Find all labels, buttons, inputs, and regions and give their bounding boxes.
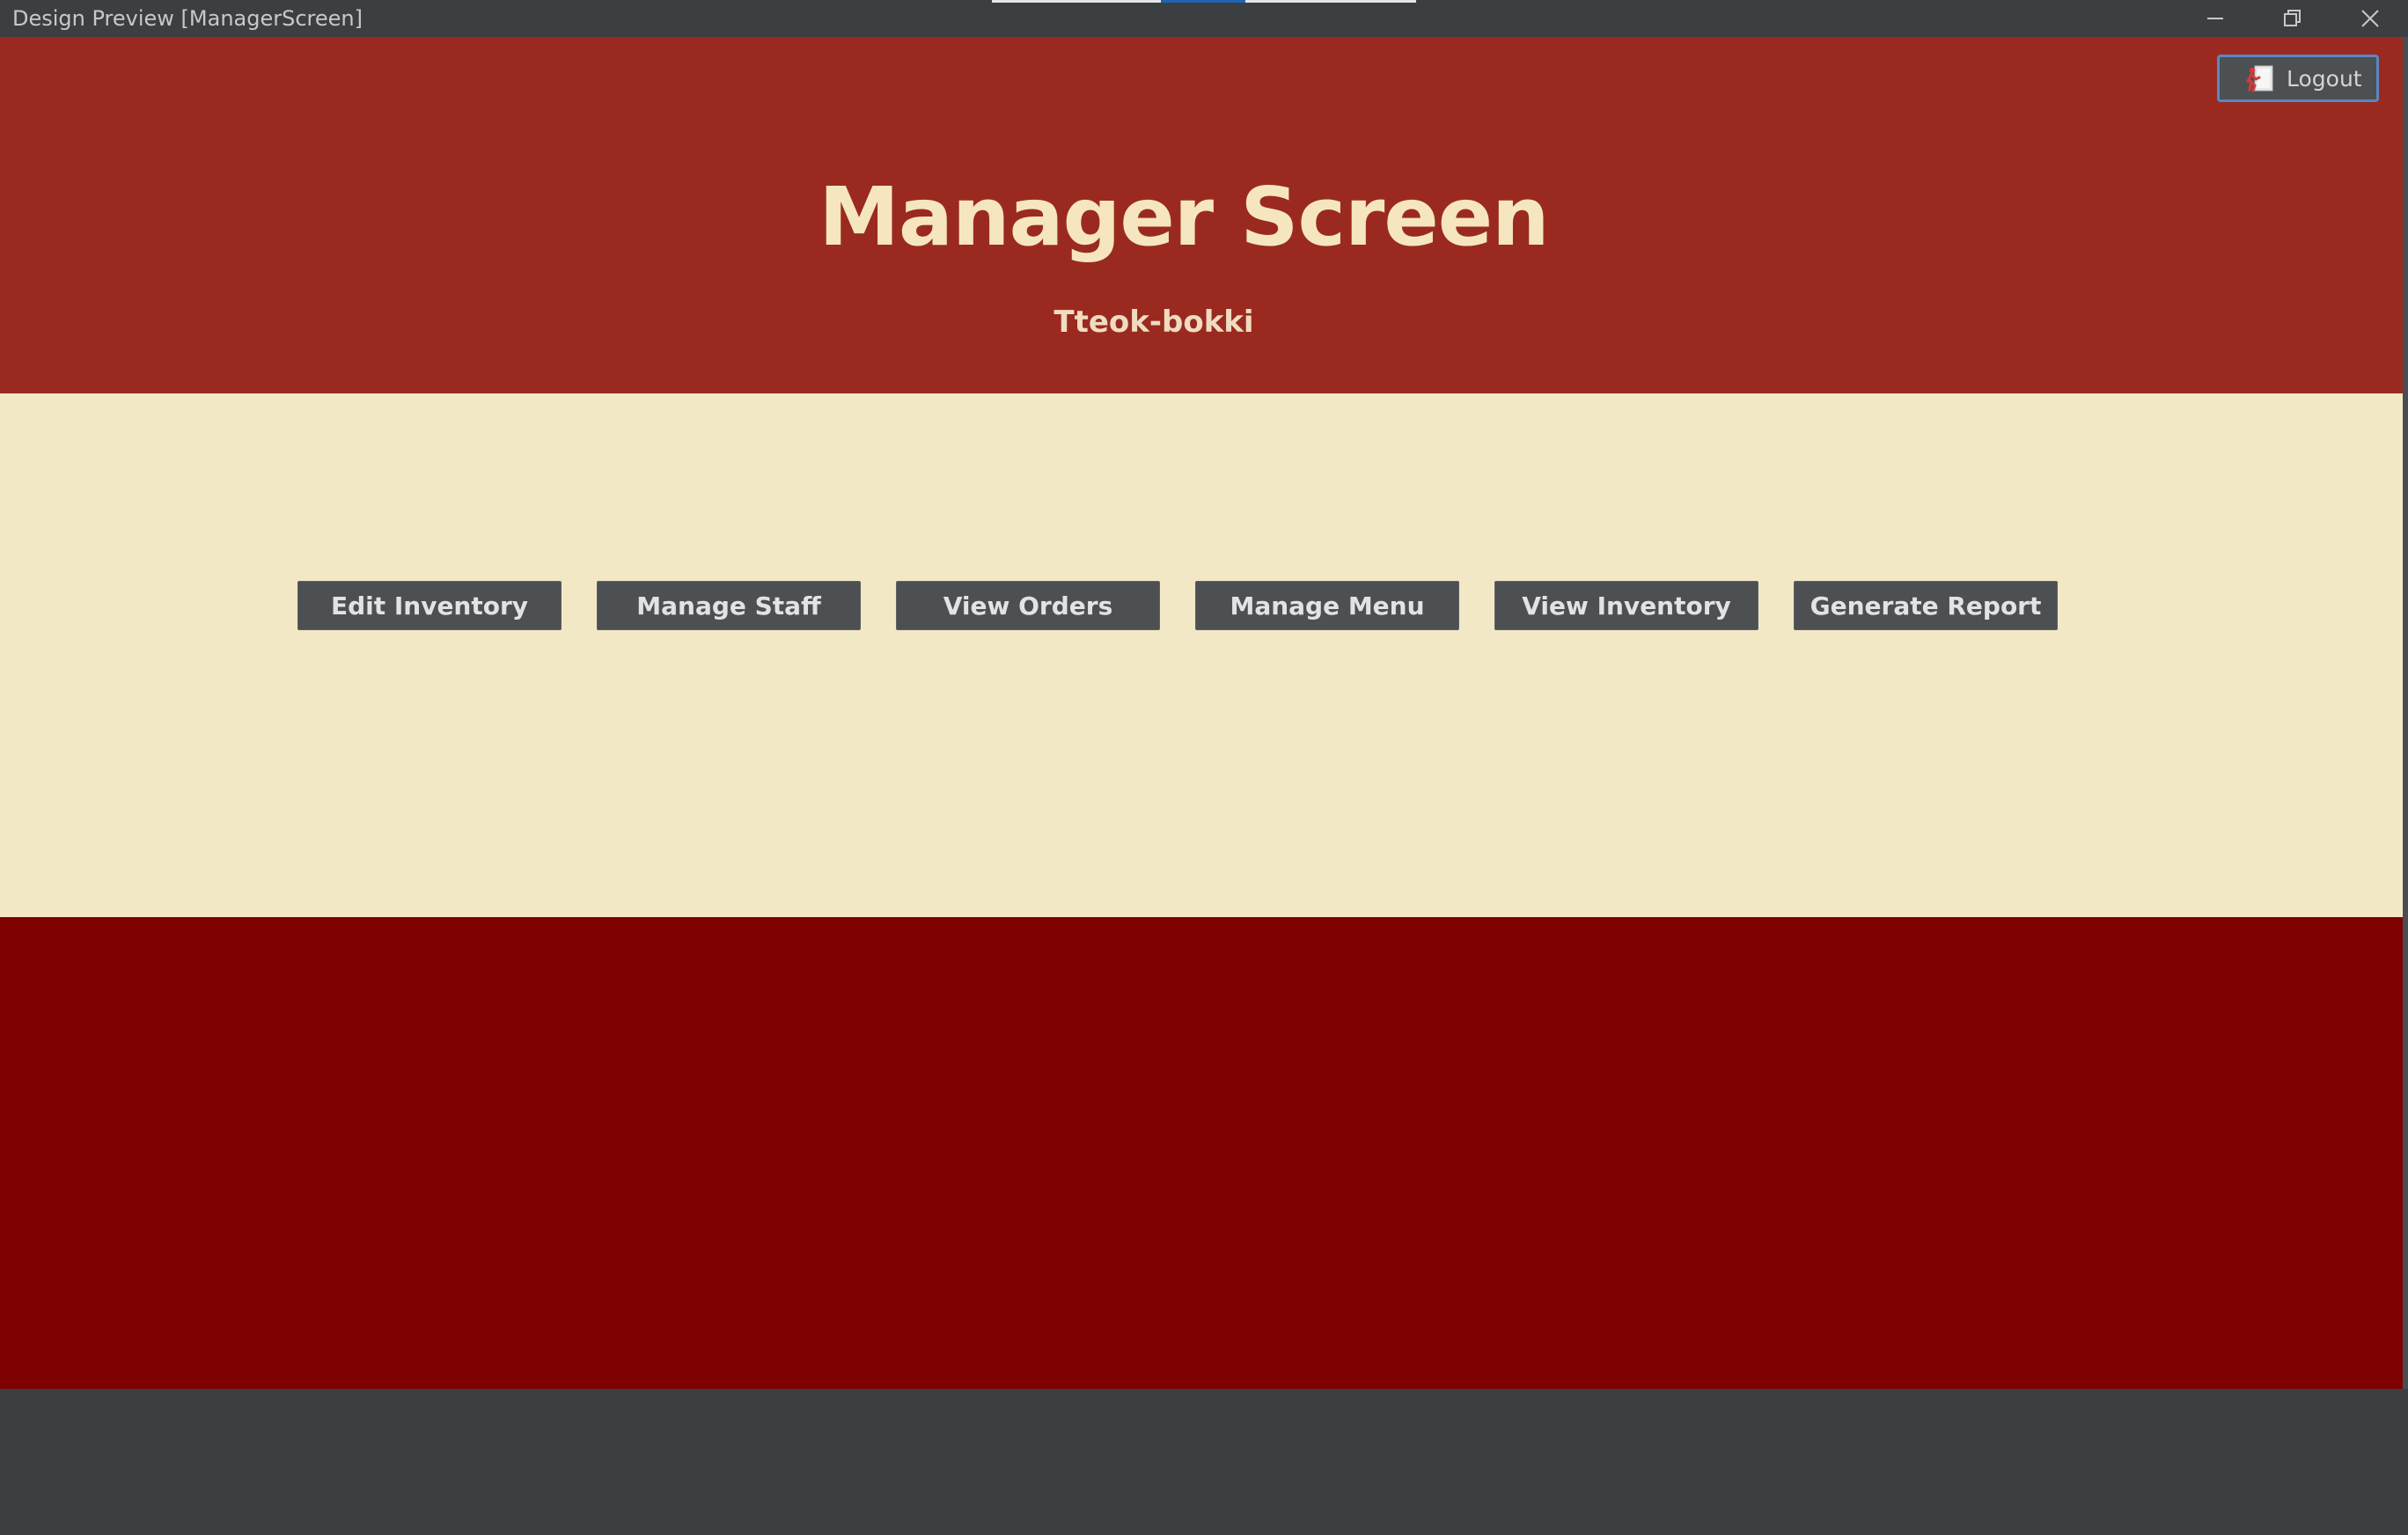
logout-button[interactable]: Logout bbox=[2217, 55, 2379, 102]
window-titlebar: Design Preview [ManagerScreen] bbox=[0, 0, 2408, 37]
edit-inventory-button[interactable]: Edit Inventory bbox=[297, 581, 562, 630]
generate-report-button[interactable]: Generate Report bbox=[1794, 581, 2058, 630]
restaurant-name: Tteok-bokki bbox=[1054, 305, 1254, 340]
restore-button[interactable] bbox=[2254, 0, 2331, 37]
view-inventory-button[interactable]: View Inventory bbox=[1494, 581, 1758, 630]
preview-background bbox=[0, 1389, 2408, 1535]
minimize-button[interactable] bbox=[2177, 0, 2254, 37]
manage-menu-button[interactable]: Manage Menu bbox=[1195, 581, 1459, 630]
window-title: Design Preview [ManagerScreen] bbox=[12, 6, 363, 31]
action-button-row: Edit Inventory Manage Staff View Orders … bbox=[297, 581, 2060, 630]
view-orders-button[interactable]: View Orders bbox=[896, 581, 1160, 630]
restore-icon bbox=[2284, 10, 2301, 26]
manager-screen-frame: Manager Screen Tteok-bokki Logout bbox=[0, 37, 2403, 1389]
loading-progress-fill bbox=[1161, 0, 1246, 3]
exit-door-icon bbox=[2243, 63, 2276, 93]
footer-panel bbox=[0, 917, 2403, 1389]
action-panel bbox=[0, 393, 2403, 917]
manage-staff-button[interactable]: Manage Staff bbox=[597, 581, 861, 630]
logout-label: Logout bbox=[2287, 65, 2362, 92]
header-panel: Manager Screen Tteok-bokki Logout bbox=[0, 37, 2403, 393]
loading-progress-bar bbox=[992, 0, 1416, 3]
close-button[interactable] bbox=[2331, 0, 2408, 37]
page-title: Manager Screen bbox=[819, 170, 1549, 264]
minimize-icon bbox=[2207, 18, 2223, 19]
close-icon bbox=[2361, 10, 2379, 27]
window-right-edge bbox=[2403, 37, 2408, 1389]
